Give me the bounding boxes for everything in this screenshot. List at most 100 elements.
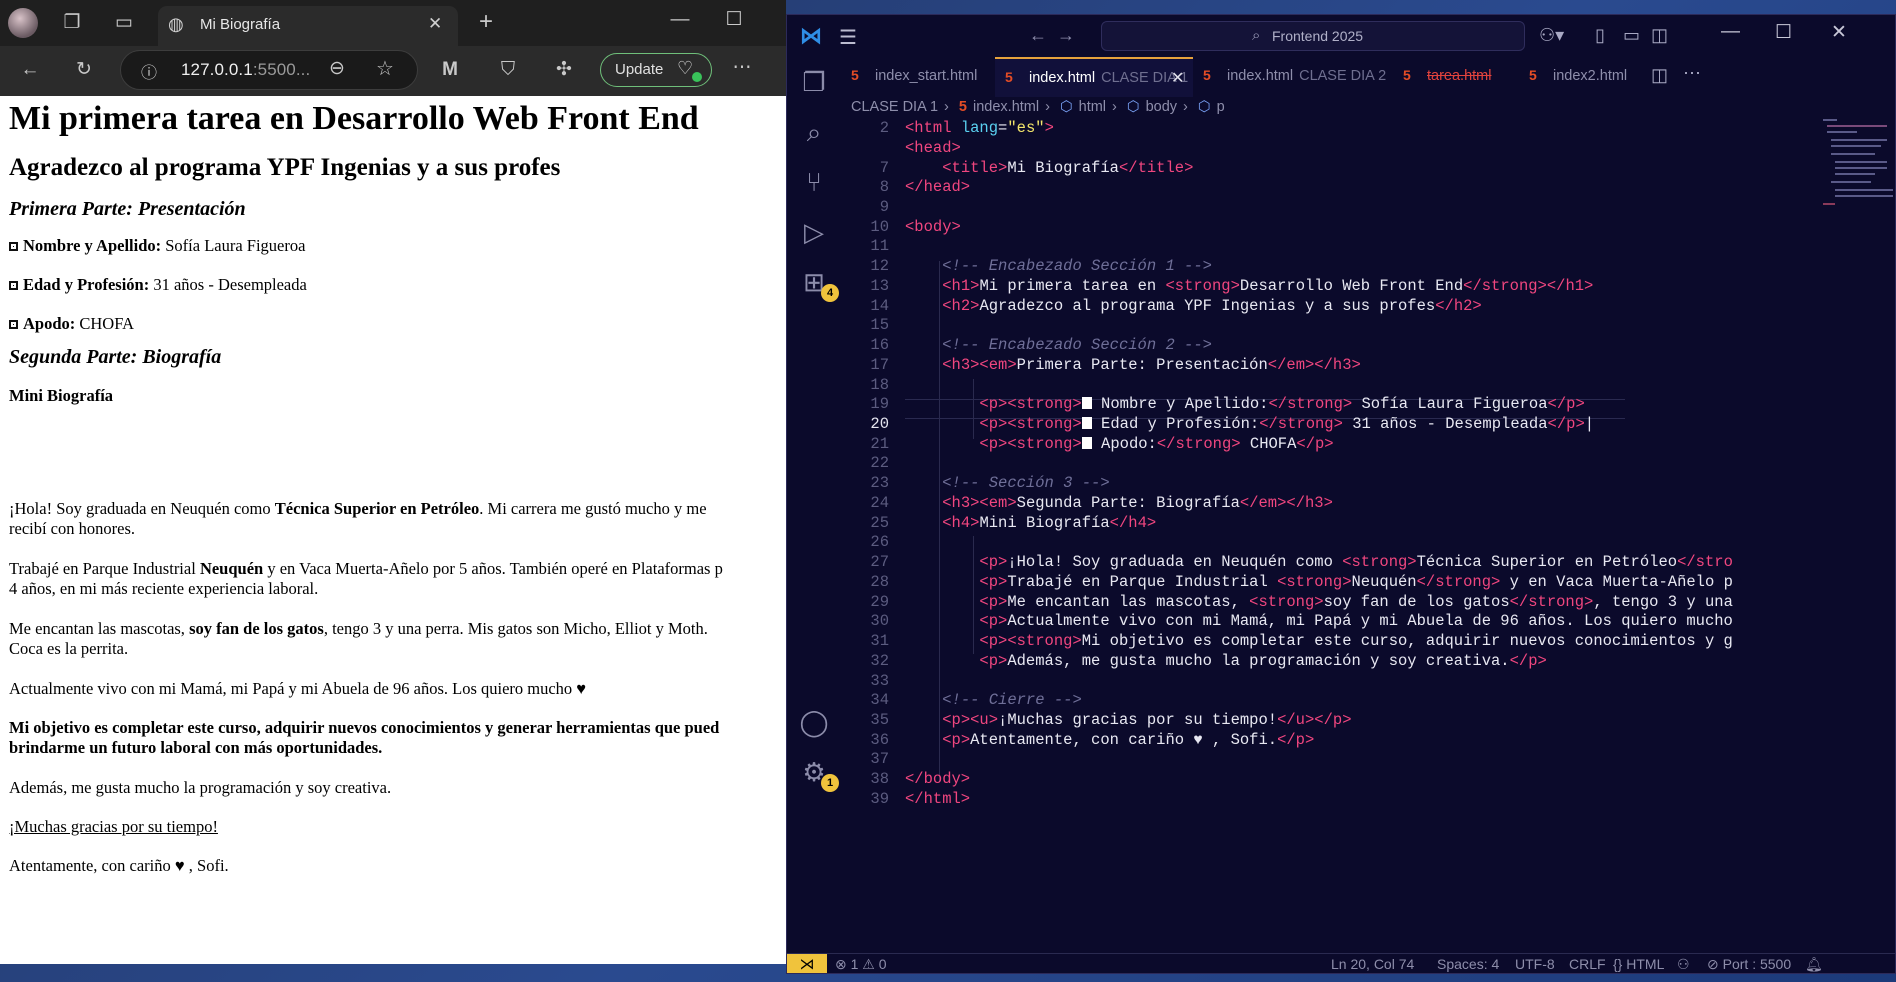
cursor-position[interactable]: Ln 20, Col 74 <box>1331 956 1414 972</box>
maximize-icon[interactable]: ☐ <box>720 8 748 32</box>
code-line: <h3><em>Primera Parte: Presentación</em>… <box>942 356 1361 374</box>
extension-m-icon[interactable]: M <box>436 58 464 82</box>
remote-indicator-icon[interactable]: ⋊ <box>787 954 827 973</box>
line-number: 33 <box>870 672 889 690</box>
tab-index2[interactable]: 5 index2.html <box>1519 57 1649 97</box>
line-number: 8 <box>879 178 889 196</box>
bullet-square-icon <box>9 281 18 290</box>
update-button[interactable]: Update ♡ <box>600 53 712 87</box>
line-number-current: 20 <box>870 415 889 433</box>
line-number: 24 <box>870 494 889 512</box>
activity-bar: ❐ ⌕ ⑂ ▷ ⊞ 4 ◯ ⚙ 1 <box>787 57 841 957</box>
breadcrumb: CLASE DIA 1 › 5 index.html › ⬡ html › ⬡ body › … <box>851 99 1225 115</box>
new-tab-icon[interactable]: + <box>472 10 500 34</box>
html5-icon: 5 <box>1203 67 1211 83</box>
indentation-status[interactable]: Spaces: 4 <box>1437 956 1499 972</box>
language-mode[interactable]: {} HTML <box>1613 956 1664 972</box>
page-h1: Mi primera tarea en Desarrollo Web Front… <box>9 100 699 137</box>
split-editor-icon[interactable]: ◫ <box>1651 65 1668 86</box>
line-number: 25 <box>870 514 889 532</box>
line-number: 30 <box>870 612 889 630</box>
source-control-icon[interactable]: ⑂ <box>799 167 829 197</box>
more-menu-icon[interactable]: ⋯ <box>728 56 756 80</box>
command-center-label: Frontend 2025 <box>1272 28 1364 44</box>
minimize-icon[interactable]: — <box>666 8 694 32</box>
page-h3-biografia: Segunda Parte: Biografía <box>9 346 222 368</box>
breadcrumb-body[interactable]: body <box>1146 99 1177 115</box>
site-info-icon[interactable]: ⓘ <box>141 59 157 83</box>
tab-index-start[interactable]: 5 index_start.html <box>841 57 995 97</box>
errors-indicator[interactable]: ⊗ 1 ⚠ 0 <box>835 956 887 973</box>
extensions-puzzle-icon[interactable]: ✣ <box>550 58 578 82</box>
line-number: 23 <box>870 474 889 492</box>
live-server-port[interactable]: ⊘ Port : 5500 <box>1707 956 1791 973</box>
line-number: 38 <box>870 770 889 788</box>
close-tab-icon[interactable]: ✕ <box>1171 68 1184 88</box>
back-icon[interactable]: ← <box>16 58 44 82</box>
breadcrumb-html[interactable]: html <box>1079 99 1106 115</box>
shield-icon[interactable]: ⛉ <box>494 58 522 82</box>
nav-back-icon[interactable]: ← <box>1029 25 1047 46</box>
search-icon: ⌕ <box>1252 27 1261 44</box>
run-debug-icon[interactable]: ▷ <box>799 217 829 247</box>
minimap[interactable] <box>1823 119 1895 209</box>
zoom-icon[interactable]: ⊖ <box>329 57 345 80</box>
line-number: 34 <box>870 691 889 709</box>
line-number: 28 <box>870 573 889 591</box>
more-actions-icon[interactable]: ⋯ <box>1683 63 1701 84</box>
notifications-bell-icon[interactable]: 🔔︎ <box>1805 956 1823 973</box>
code-line: <h3><em>Segunda Parte: Biografía</em></h… <box>942 494 1333 512</box>
line-number: 36 <box>870 731 889 749</box>
code-editor[interactable]: 2 7 8 9 10 11 12 13 14 15 16 17 18 19 20… <box>841 119 1881 959</box>
reload-icon[interactable]: ↻ <box>70 58 98 82</box>
browser-tab-bar: ❐ ▭ ◍ Mi Biografía ✕ + — ☐ <box>0 0 786 46</box>
command-center-search[interactable]: ⌕ Frontend 2025 <box>1101 21 1525 51</box>
page-h2: Agradezco al programa YPF Ingenias y a s… <box>9 154 561 181</box>
settings-badge: 1 <box>821 774 839 792</box>
breadcrumb-p[interactable]: p <box>1217 99 1225 115</box>
tab-tarea[interactable]: 5 tarea.html <box>1393 57 1519 97</box>
breadcrumb-file[interactable]: index.html <box>973 99 1039 115</box>
vs-close-icon[interactable]: ✕ <box>1831 21 1847 44</box>
html5-icon: 5 <box>958 99 967 115</box>
browser-tab[interactable]: ◍ Mi Biografía ✕ <box>158 6 458 46</box>
tab-index-clase-1[interactable]: 5 index.html CLASE DIA 1 ✕ <box>995 57 1193 97</box>
globe-icon: ◍ <box>168 14 184 34</box>
vs-maximize-icon[interactable]: ☐ <box>1775 21 1792 44</box>
line-number: 11 <box>870 237 889 255</box>
profile-avatar[interactable] <box>8 8 38 38</box>
line-number: 16 <box>870 336 889 354</box>
code-line: <h4>Mini Biografía</h4> <box>942 514 1157 532</box>
update-dot <box>692 72 702 82</box>
hamburger-menu-icon[interactable]: ☰ <box>839 25 857 50</box>
bullet-square-icon <box>9 242 18 251</box>
code-line: <!-- Cierre --> <box>942 691 1082 709</box>
layout-sidebar-icon[interactable]: ▯ <box>1595 25 1605 46</box>
tab-actions-icon[interactable]: ▭ <box>110 11 138 35</box>
paragraph-programacion: Además, me gusta mucho la programación y… <box>9 778 392 797</box>
layout-secondary-icon[interactable]: ◫ <box>1651 25 1668 46</box>
close-tab-icon[interactable]: ✕ <box>428 14 442 34</box>
line-number: 12 <box>870 257 889 275</box>
accounts-icon[interactable]: ◯ <box>799 707 829 737</box>
layout-panel-icon[interactable]: ▭ <box>1623 25 1640 46</box>
favorite-star-icon[interactable]: ☆ <box>376 56 394 81</box>
encoding-status[interactable]: UTF-8 <box>1515 956 1555 972</box>
copilot-icon[interactable]: ⚇▾ <box>1539 25 1564 46</box>
nav-forward-icon[interactable]: → <box>1057 25 1075 46</box>
eol-status[interactable]: CRLF <box>1569 956 1606 972</box>
tab-index-clase-2[interactable]: 5 index.html CLASE DIA 2 <box>1193 57 1393 97</box>
address-bar[interactable]: ⓘ 127.0.0.1:5500... ⊖ ☆ <box>120 50 418 90</box>
line-number: 21 <box>870 435 889 453</box>
paragraph-gracias: ¡Muchas gracias por su tiempo! <box>9 817 218 836</box>
code-line: <!-- Encabezado Sección 2 --> <box>942 336 1212 354</box>
status-bar: ⋊ ⊗ 1 ⚠ 0 Ln 20, Col 74 Spaces: 4 UTF-8 … <box>787 953 1895 973</box>
search-view-icon[interactable]: ⌕ <box>799 117 829 147</box>
breadcrumb-folder[interactable]: CLASE DIA 1 <box>851 99 938 115</box>
explorer-icon[interactable]: ❐ <box>799 67 829 97</box>
vs-minimize-icon[interactable]: — <box>1721 21 1740 43</box>
code-line: <p><strong>Mi objetivo es completar este… <box>979 632 1733 650</box>
copilot-status-icon[interactable]: ⚇ <box>1677 956 1690 973</box>
line-number: 31 <box>870 632 889 650</box>
workspaces-icon[interactable]: ❐ <box>58 11 86 35</box>
